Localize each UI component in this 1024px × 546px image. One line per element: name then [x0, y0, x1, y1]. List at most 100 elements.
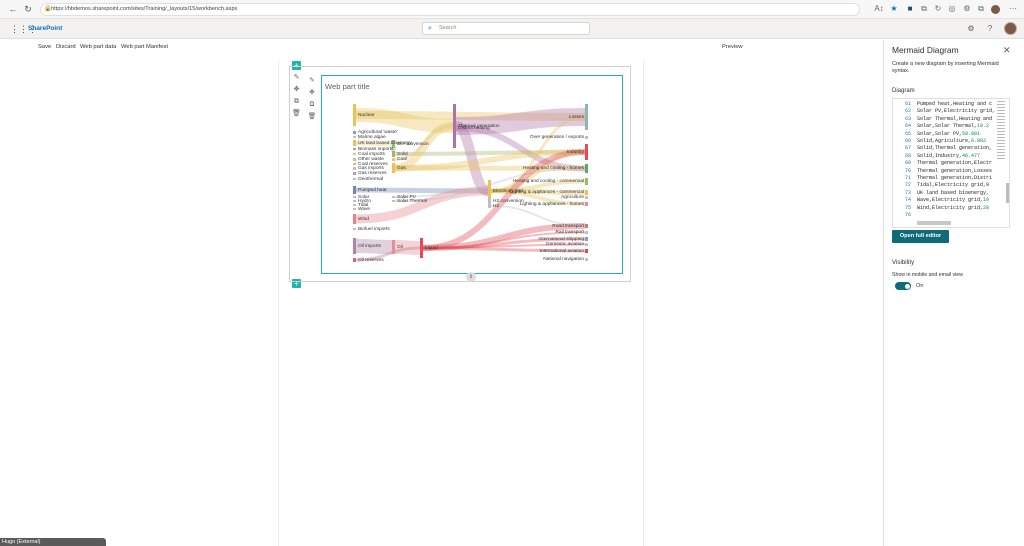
move-webpart-icon[interactable]: ✥	[307, 87, 317, 99]
refresh-icon[interactable]: ↻	[23, 4, 33, 14]
sankey-node-label: Heating and cooling - commercial	[512, 179, 584, 184]
sankey-node	[585, 249, 588, 253]
sharepoint-brand[interactable]: SharePoint	[28, 25, 62, 32]
sankey-node-label: Domestic aviation	[546, 242, 584, 247]
delete-section-icon[interactable]: 🗑	[291, 108, 302, 120]
sankey-node	[353, 258, 356, 262]
line-number: 70	[904, 167, 911, 174]
code-line[interactable]: 76	[893, 212, 1003, 219]
code-line[interactable]: 62 Solar PV,Electricity grid,	[893, 108, 1003, 115]
line-number: 71	[904, 175, 911, 181]
line-number: 66	[904, 138, 911, 144]
pane-title: Mermaid Diagram	[892, 45, 959, 55]
profile-avatar[interactable]	[991, 5, 1000, 14]
url-text: https://hbdemos.sharepoint.com/sites/Tra…	[51, 6, 238, 12]
code-number: 19	[983, 197, 990, 204]
code-number: 28	[983, 204, 990, 211]
sankey-node	[585, 202, 588, 206]
sankey-node-label: International aviation	[539, 248, 584, 254]
move-section-icon[interactable]: ✥	[291, 84, 302, 96]
code-line[interactable]: 69 Thermal generation,Electr	[893, 160, 1003, 167]
web-part-manifest-button[interactable]: Web part Manifest	[121, 44, 168, 50]
duplicate-section-icon[interactable]: ⧉	[291, 96, 302, 108]
sankey-node-label: Oil reserves	[358, 257, 384, 263]
more-menu-icon[interactable]: ⋯	[1008, 4, 1018, 14]
sankey-node-label: Lighting & appliances - homes	[519, 201, 584, 207]
taskbar-label: Hugo (External)	[2, 539, 41, 545]
sankey-node-label: H2	[493, 203, 500, 209]
code-line[interactable]: 64 Solar,Solar Thermal,19.2	[893, 123, 1003, 130]
sankey-node	[488, 198, 491, 204]
code-line[interactable]: 63 Solar Thermal,Heating and	[893, 116, 1003, 123]
webpart-title[interactable]: Web part title	[325, 82, 370, 91]
app-launcher-icon[interactable]: ⋮⋮⋮	[10, 24, 37, 34]
section-toolbar: ✎ ✥ ⧉ 🗑	[291, 72, 302, 124]
refresh-extension-icon[interactable]: ↻	[933, 4, 943, 14]
code-line[interactable]: 74 Wave,Electricity grid,19	[893, 197, 1003, 204]
help-icon[interactable]: ?	[985, 24, 995, 34]
code-line[interactable]: 67 Solid,Thermal generation,	[893, 145, 1003, 152]
split-screen-icon[interactable]: ⧉	[919, 4, 929, 14]
save-button[interactable]: Save	[38, 44, 51, 50]
diagram-code-editor[interactable]: 61 Pumped heat,Heating and c 62 Solar PV,El…	[892, 98, 1010, 228]
sankey-node	[353, 131, 356, 134]
browser-essentials-icon[interactable]: ◎	[947, 4, 957, 14]
sankey-node	[585, 237, 588, 241]
code-line[interactable]: 61 Pumped heat,Heating and c	[893, 101, 1003, 108]
open-full-editor-button[interactable]: Open full editor	[892, 230, 949, 243]
sankey-node	[392, 200, 395, 202]
sankey-node-label: Marine algae	[358, 134, 386, 140]
line-number: 63	[904, 115, 911, 122]
sankey-node-label: District heating	[458, 125, 490, 131]
back-icon[interactable]: ←	[8, 4, 18, 14]
read-aloud-icon[interactable]: A↕	[874, 4, 884, 14]
sankey-node-label: Gas	[397, 165, 406, 171]
settings-gear-icon[interactable]: ⚙	[966, 24, 976, 34]
sankey-node	[353, 158, 356, 161]
delete-webpart-icon[interactable]: 🗑	[307, 111, 317, 123]
line-number: 73	[904, 189, 911, 196]
code-number: 19.2	[977, 123, 990, 130]
code-line[interactable]: 65 Solar,Solar PV,59.901	[893, 131, 1003, 138]
extension-icon[interactable]: ■	[905, 4, 915, 14]
code-line[interactable]: 75 Wind,Electricity grid,28	[893, 205, 1003, 212]
edit-section-icon[interactable]: ✎	[291, 72, 302, 84]
taskbar-tab[interactable]: Hugo (External)	[0, 538, 106, 546]
visibility-description: Show in mobile and email view	[892, 272, 963, 278]
code-text: Thermal generation,Electr	[917, 160, 993, 167]
sankey-node	[585, 144, 588, 160]
sankey-node	[392, 163, 395, 173]
sankey-node-label: Agriculture	[561, 195, 584, 200]
duplicate-webpart-icon[interactable]: ⧉	[307, 99, 317, 111]
code-line[interactable]: 66 Solid,Agriculture,0.882	[893, 138, 1003, 145]
extensions-gear-icon[interactable]: ⚙	[962, 4, 972, 14]
sankey-node	[585, 104, 588, 130]
code-line[interactable]: 72 Tidal,Electricity grid,9	[893, 182, 1003, 189]
line-number: 69	[904, 160, 911, 167]
web-part-data-button[interactable]: Web part data	[80, 44, 116, 50]
close-icon[interactable]: ✕	[1003, 45, 1011, 56]
address-bar[interactable]: 🔒 https://hbdemos.sharepoint.com/sites/T…	[40, 3, 860, 16]
collections-icon[interactable]: ⧉	[976, 4, 986, 14]
visibility-toggle[interactable]	[895, 282, 911, 290]
resize-handle-icon[interactable]: ⇕	[466, 272, 476, 282]
sankey-node	[585, 164, 588, 173]
code-text: Solid,Industry,	[917, 152, 963, 159]
favorite-star-icon[interactable]: ★	[889, 4, 899, 14]
edit-webpart-icon[interactable]: ✎	[307, 75, 317, 87]
editor-horizontal-scrollbar[interactable]	[917, 221, 951, 225]
code-line[interactable]: 73 UK land based bioenergy,	[893, 190, 1003, 197]
sankey-node-label: Coal imports	[358, 151, 385, 157]
search-box[interactable]: ⌕ Search	[422, 22, 590, 35]
discard-button[interactable]: Discard	[56, 44, 76, 50]
code-line[interactable]: 71 Thermal generation,Distri	[893, 175, 1003, 182]
sankey-node	[585, 136, 588, 139]
line-number: 75	[904, 204, 911, 211]
editor-vertical-scrollbar[interactable]	[1006, 183, 1009, 203]
code-line[interactable]: 68 Solid,Industry,46.477	[893, 153, 1003, 160]
sankey-node	[585, 224, 588, 228]
user-avatar[interactable]	[1004, 22, 1017, 35]
code-line[interactable]: 70 Thermal generation,Losses	[893, 168, 1003, 175]
code-text: UK land based bioenergy,	[917, 189, 990, 196]
preview-button[interactable]: Preview	[722, 44, 743, 50]
